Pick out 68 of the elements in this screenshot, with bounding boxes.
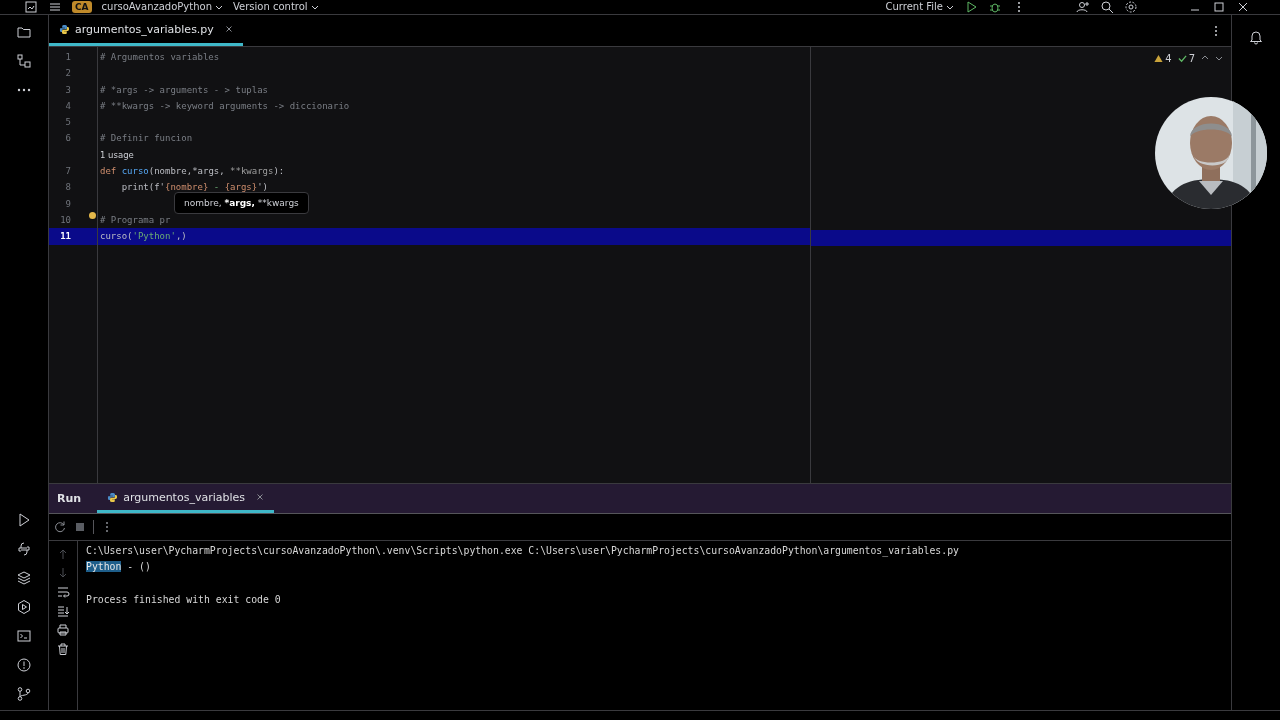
line-number: 10 [59,213,71,227]
caret-icon [215,3,223,11]
line-number: 4 [64,99,71,113]
warning-icon [1154,53,1164,63]
code-line: # *args -> arguments - > tuplas [100,84,268,95]
line-number: 1 [64,51,71,64]
caret-icon [310,3,319,11]
chevron-up-icon[interactable] [1201,54,1209,62]
layers-icon[interactable] [16,570,32,586]
add-user-icon[interactable] [1076,0,1090,14]
console-output: - () [126,561,151,573]
caret-icon [946,3,954,11]
code-line: # **kwargs -> keyword arguments -> diccionario [100,100,350,111]
trash-icon[interactable] [56,642,70,656]
problems-icon[interactable] [16,657,32,673]
scroll-to-end-icon[interactable] [56,604,70,618]
line-number: 3 [64,83,71,97]
window-icon[interactable] [24,0,38,14]
run-tab[interactable]: argumentos_variables [97,484,274,513]
run-icon[interactable] [16,512,32,528]
highlighted-output: Python [86,561,122,573]
stop-icon[interactable] [73,520,87,534]
terminal-icon[interactable] [16,628,32,644]
check-icon [1177,53,1187,63]
lightbulb-icon[interactable] [89,212,96,219]
run-config-dropdown[interactable]: Current File [885,1,954,13]
code-line: print(f'{nombre} - {args}') [120,182,268,193]
git-branch-icon[interactable] [16,686,32,702]
console-output: Process finished with exit code 0 [86,593,281,605]
python-file-icon [59,23,70,35]
bell-icon[interactable] [1248,29,1264,45]
python-file-icon [107,491,119,503]
vcs-dropdown[interactable]: Version control [233,1,319,13]
run-icon[interactable] [964,0,978,14]
maximize-icon[interactable] [1212,0,1226,14]
code-line: # Argumentos variables [100,52,220,62]
menu-icon[interactable] [48,0,62,14]
code-line: # Programa pr [100,214,171,225]
line-number: 5 [64,116,71,130]
project-badge: CA [72,1,92,13]
folder-icon[interactable] [16,24,32,40]
project-dropdown[interactable]: cursoAvanzadoPython [101,1,223,13]
search-icon[interactable] [1100,0,1114,14]
line-number: 2 [64,67,71,81]
code-line: def curso(nombre,*args, **kwargs): [100,166,285,177]
settings-icon[interactable] [1124,0,1138,14]
close-icon[interactable] [1236,0,1250,14]
code-line: curso('Python',) [100,231,187,242]
code-line: # Definir funcion [100,133,193,144]
line-number: 9 [64,197,71,211]
warning-count[interactable]: 4 [1154,52,1172,64]
rerun-icon[interactable] [53,520,67,534]
line-number: 6 [64,132,71,146]
usage-hint[interactable]: 1 usage [100,149,134,160]
chevron-down-icon[interactable] [1215,54,1223,62]
check-count[interactable]: 7 [1177,52,1195,64]
line-number: 11 [49,228,97,245]
print-icon[interactable] [56,623,70,637]
run-panel-title: Run [56,492,83,505]
close-icon[interactable] [224,25,233,33]
parameter-tooltip: nombre, *args, **kwargs [174,192,309,214]
services-icon[interactable] [16,599,32,615]
structure-icon[interactable] [16,53,32,69]
console-output: C:\Users\user\PycharmProjects\cursoAvanzadoPython\.venv\Scripts\python.exe C:\Users\user\PycharmProjects\cursoAvanzadoPython\argumentos_variables.py [86,545,959,556]
bug-icon[interactable] [988,0,1002,14]
line-number: 8 [64,181,71,195]
line-number: 7 [64,165,71,179]
soft-wrap-icon[interactable] [56,585,70,599]
